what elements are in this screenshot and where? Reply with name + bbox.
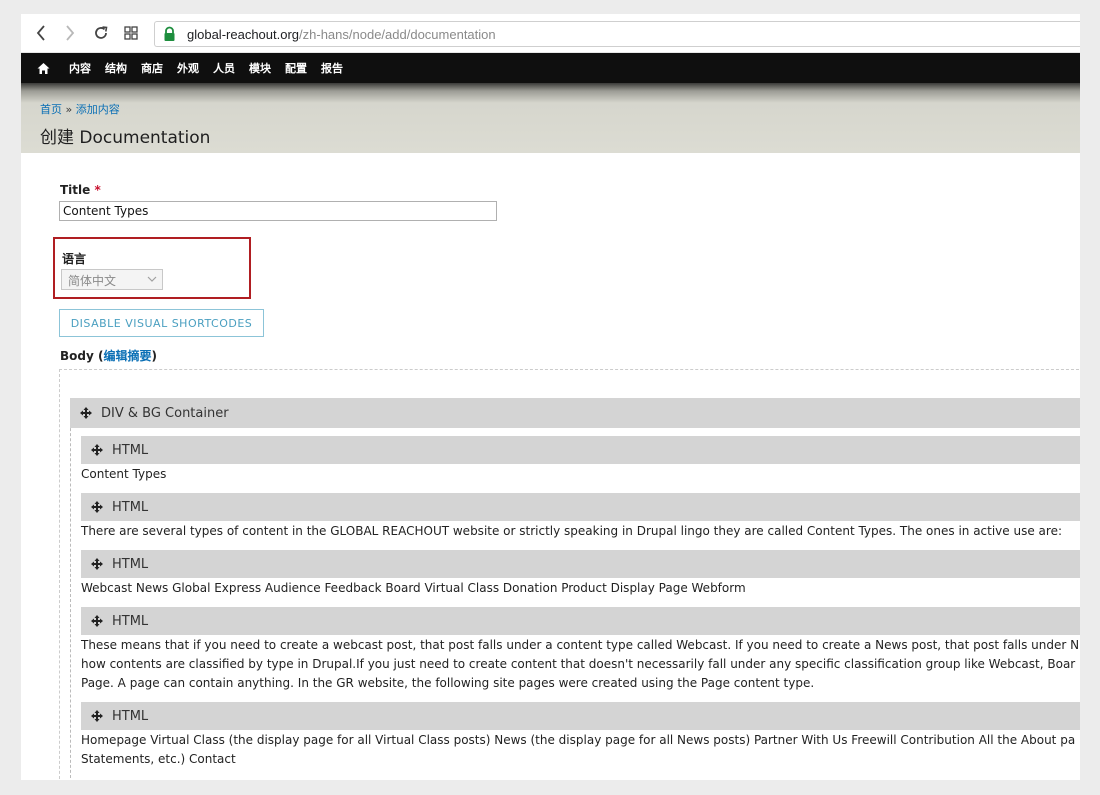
breadcrumb-current-link[interactable]: 添加内容 — [76, 103, 120, 116]
lock-icon — [163, 26, 176, 46]
block-text-line: Content Types — [81, 467, 167, 481]
html-block-header[interactable]: HTML — [81, 702, 1080, 730]
move-handle-icon[interactable] — [91, 444, 103, 456]
block-text-line: Statements, etc.) Contact — [81, 752, 236, 766]
language-select[interactable]: 简体中文 — [61, 269, 163, 290]
language-field-highlight: 语言 简体中文 — [53, 237, 251, 299]
admin-toolbar: 内容 结构 商店 外观 人员 模块 配置 报告 — [21, 53, 1080, 83]
browser-address-bar: global-reachout.org/zh-hans/node/add/doc… — [21, 14, 1080, 53]
move-handle-icon[interactable] — [91, 558, 103, 570]
html-block-content[interactable]: Content Types — [81, 465, 166, 484]
required-marker: * — [94, 183, 101, 197]
menu-item-modules[interactable]: 模块 — [249, 60, 271, 76]
block-text-line: how contents are classified by type in D… — [81, 657, 1076, 671]
html-block-content[interactable]: Webcast News Global Express Audience Fee… — [81, 579, 746, 598]
url-path: /zh-hans/node/add/documentation — [299, 27, 496, 42]
breadcrumb-home-link[interactable]: 首页 — [40, 103, 62, 116]
html-block-type: HTML — [112, 499, 149, 515]
container-header-bar[interactable]: DIV & BG Container — [70, 398, 1080, 428]
breadcrumb: 首页 » 添加内容 — [40, 101, 120, 117]
admin-menu: 内容 结构 商店 外观 人员 模块 配置 报告 — [69, 53, 357, 83]
page-header: 首页 » 添加内容 创建 Documentation — [21, 83, 1080, 153]
browser-window: global-reachout.org/zh-hans/node/add/doc… — [21, 14, 1080, 780]
container-title: DIV & BG Container — [101, 405, 229, 421]
html-block-content[interactable]: Homepage Virtual Class (the display page… — [81, 731, 1075, 769]
language-select-value: 简体中文 — [68, 274, 117, 288]
block-text-line: There are several types of content in th… — [81, 524, 1062, 538]
block-text-line: Homepage Virtual Class (the display page… — [81, 733, 1076, 747]
move-handle-icon[interactable] — [80, 407, 92, 419]
menu-item-reports[interactable]: 报告 — [321, 60, 343, 76]
move-handle-icon[interactable] — [91, 710, 103, 722]
move-handle-icon[interactable] — [91, 615, 103, 627]
page-title: 创建 Documentation — [40, 128, 211, 148]
block-text-line: Page. A page can contain anything. In th… — [81, 676, 815, 690]
url-domain: global-reachout.org — [187, 27, 300, 42]
body-paren-close: ) — [151, 349, 157, 363]
html-block-header[interactable]: HTML — [81, 550, 1080, 578]
disable-visual-shortcodes-button[interactable]: DISABLE VISUAL SHORTCODES — [59, 309, 264, 337]
language-field-label: 语言 — [62, 252, 87, 266]
edit-summary-link[interactable]: 编辑摘要 — [103, 349, 151, 363]
menu-item-people[interactable]: 人员 — [213, 60, 235, 76]
chevron-left-icon[interactable] — [29, 20, 53, 46]
home-icon[interactable] — [37, 60, 50, 79]
html-block-type: HTML — [112, 613, 149, 629]
html-block-type: HTML — [112, 556, 149, 572]
title-field-label: Title * — [60, 183, 101, 197]
html-block-type: HTML — [112, 708, 149, 724]
reload-icon[interactable] — [89, 20, 113, 46]
move-handle-icon[interactable] — [91, 501, 103, 513]
html-block-type: HTML — [112, 442, 149, 458]
title-label-text: Title — [60, 183, 91, 197]
body-label-text: Body — [60, 349, 94, 363]
chevron-right-icon[interactable] — [58, 20, 82, 46]
html-block-content[interactable]: These means that if you need to create a… — [81, 636, 1079, 693]
html-block-header[interactable]: HTML — [81, 607, 1080, 635]
url-input[interactable]: global-reachout.org/zh-hans/node/add/doc… — [154, 21, 1080, 47]
chevron-down-icon — [147, 273, 157, 287]
breadcrumb-separator: » — [62, 103, 76, 116]
block-text-line: Webcast News Global Express Audience Fee… — [81, 581, 746, 595]
block-text-line: These means that if you need to create a… — [81, 638, 1080, 652]
menu-item-store[interactable]: 商店 — [141, 60, 163, 76]
title-input[interactable] — [59, 201, 497, 221]
menu-item-configuration[interactable]: 配置 — [285, 60, 307, 76]
url-text: global-reachout.org/zh-hans/node/add/doc… — [187, 27, 496, 42]
html-block-header[interactable]: HTML — [81, 436, 1080, 464]
menu-item-structure[interactable]: 结构 — [105, 60, 127, 76]
apps-grid-icon[interactable] — [119, 20, 143, 46]
html-block-content[interactable]: There are several types of content in th… — [81, 522, 1062, 541]
menu-item-appearance[interactable]: 外观 — [177, 60, 199, 76]
html-block-header[interactable]: HTML — [81, 493, 1080, 521]
menu-item-content[interactable]: 内容 — [69, 60, 91, 76]
body-field-label: Body (编辑摘要) — [60, 347, 157, 364]
